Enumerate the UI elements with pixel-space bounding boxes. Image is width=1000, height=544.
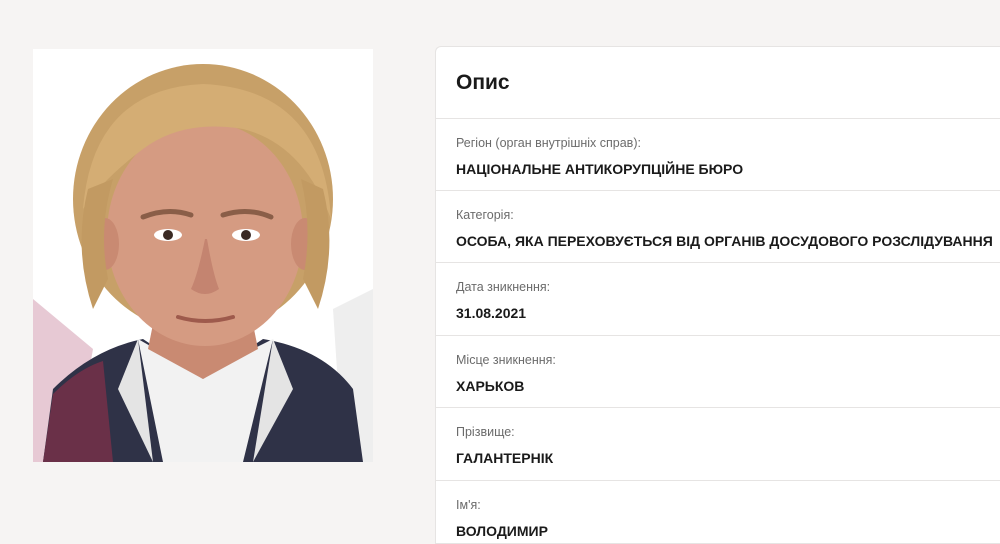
field-surname: Прізвище: ГАЛАНТЕРНІК bbox=[436, 408, 1000, 481]
field-disappearance-date: Дата зникнення: 31.08.2021 bbox=[436, 263, 1000, 336]
field-label: Місце зникнення: bbox=[456, 353, 556, 367]
field-label: Прізвище: bbox=[456, 425, 515, 439]
person-photo bbox=[33, 49, 373, 462]
field-value: НАЦІОНАЛЬНЕ АНТИКОРУПЦІЙНЕ БЮРО bbox=[456, 161, 744, 177]
field-value: ВОЛОДИМИР bbox=[456, 523, 548, 539]
field-value: ОСОБА, ЯКА ПЕРЕХОВУЄТЬСЯ ВІД ОРГАНІВ ДОС… bbox=[456, 233, 993, 249]
field-first-name: Ім'я: ВОЛОДИМИР bbox=[436, 481, 1000, 543]
field-value: ХАРЬКОВ bbox=[456, 378, 525, 394]
field-label: Категорія: bbox=[456, 208, 514, 222]
field-label: Дата зникнення: bbox=[456, 280, 551, 294]
field-category: Категорія: ОСОБА, ЯКА ПЕРЕХОВУЄТЬСЯ ВІД … bbox=[436, 191, 1000, 263]
field-value: ГАЛАНТЕРНІК bbox=[456, 450, 554, 466]
description-card: Опис Регіон (орган внутрішніх справ): НА… bbox=[435, 46, 1000, 544]
field-value: 31.08.2021 bbox=[456, 305, 527, 321]
field-label: Регіон (орган внутрішніх справ): bbox=[456, 136, 641, 150]
field-region: Регіон (орган внутрішніх справ): НАЦІОНА… bbox=[436, 119, 1000, 191]
field-disappearance-place: Місце зникнення: ХАРЬКОВ bbox=[436, 336, 1000, 408]
card-title: Опис bbox=[436, 47, 1000, 119]
field-label: Ім'я: bbox=[456, 498, 481, 512]
portrait-image bbox=[33, 49, 373, 462]
